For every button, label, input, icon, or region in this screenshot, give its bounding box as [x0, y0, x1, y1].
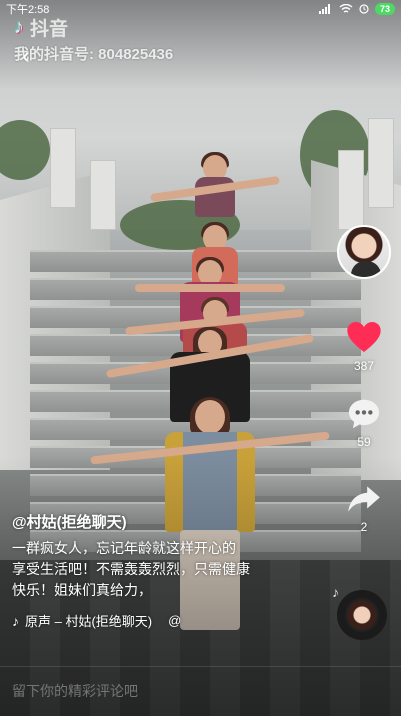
music-disc[interactable] — [337, 590, 387, 640]
comment-icon — [345, 395, 383, 433]
status-icons: 73 — [319, 3, 395, 15]
comment-button[interactable]: 59 — [337, 395, 391, 449]
music-info[interactable]: ♪ 原声 – 村姑(拒绝聊天) @ — [12, 611, 302, 630]
caption-line: 享受生活吧！不需轰轰烈烈，只需健康 — [12, 559, 302, 580]
author-name[interactable]: @村姑(拒绝聊天) — [12, 511, 302, 532]
back-icon: ‹ — [22, 43, 29, 68]
comment-input[interactable] — [12, 683, 312, 699]
music-extra: @ — [168, 613, 181, 628]
battery-level: 73 — [375, 3, 395, 15]
music-note-icon: ♪ — [332, 584, 339, 600]
comment-count: 59 — [337, 435, 391, 449]
author-avatar[interactable] — [337, 225, 391, 279]
share-button[interactable]: 2 — [337, 480, 391, 534]
railing-post — [338, 150, 364, 230]
railing-post — [90, 160, 116, 230]
share-icon — [344, 480, 384, 518]
caption-line: 一群疯女人，忘记年龄就这样开心的 — [12, 538, 302, 559]
share-count: 2 — [337, 520, 391, 534]
like-count: 387 — [337, 359, 391, 373]
music-track: 原声 – 村姑(拒绝聊天) — [25, 611, 152, 630]
railing-post — [50, 128, 76, 208]
comment-bar — [0, 666, 401, 716]
like-button[interactable]: 387 — [337, 317, 391, 373]
back-button[interactable]: ‹ — [14, 44, 38, 68]
caption-line: 快乐！姐妹们真给力， — [12, 580, 302, 601]
music-note-icon: ♪ — [12, 613, 19, 629]
alarm-icon — [359, 4, 369, 14]
wifi-icon — [339, 4, 353, 14]
signal-icon — [319, 4, 333, 14]
railing-post — [368, 118, 394, 208]
heart-icon — [344, 317, 384, 357]
watermark-app-name: 抖音 — [30, 14, 68, 41]
tiktok-logo-icon: ♪ — [14, 16, 24, 39]
video-caption: @村姑(拒绝聊天) 一群疯女人，忘记年龄就这样开心的 享受生活吧！不需轰轰烈烈，… — [12, 511, 302, 630]
